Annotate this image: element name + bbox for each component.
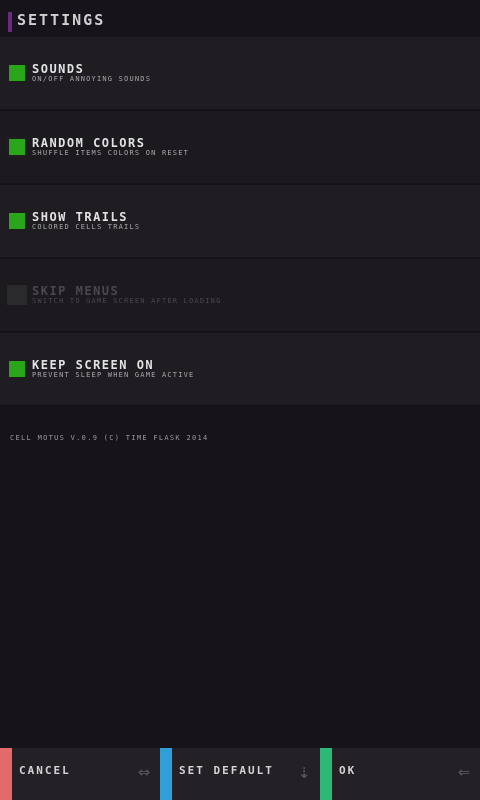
cancel-label: CANCEL xyxy=(19,764,71,777)
set-default-button[interactable]: SET DEFAULT ⇣ xyxy=(160,748,320,800)
option-label: SKIP MENUS xyxy=(32,284,120,298)
option-sounds[interactable]: SOUNDS ON/OFF ANNOYING SOUNDS xyxy=(0,37,480,111)
option-description: ON/OFF ANNOYING SOUNDS xyxy=(32,75,152,83)
option-skip-menus[interactable]: SKIP MENUS SWITCH TO GAME SCREEN AFTER L… xyxy=(0,259,480,333)
footer-bar: CANCEL ⇔ SET DEFAULT ⇣ OK ⇐ xyxy=(0,748,480,800)
cancel-button[interactable]: CANCEL ⇔ xyxy=(0,748,160,800)
option-description: PREVENT SLEEP WHEN GAME ACTIVE xyxy=(32,371,195,379)
version-text: CELL MOTUS V.0.9 (C) TIME FLASK 2014 xyxy=(10,434,209,442)
sounds-checkbox[interactable] xyxy=(7,63,27,83)
settings-list: SOUNDS ON/OFF ANNOYING SOUNDS RANDOM COL… xyxy=(0,37,480,407)
option-show-trails[interactable]: SHOW TRAILS COLORED CELLS TRAILS xyxy=(0,185,480,259)
page-title: SETTINGS xyxy=(17,11,106,29)
option-description: SHUFFLE ITEMS COLORS ON RESET xyxy=(32,149,190,157)
option-label: SOUNDS xyxy=(32,62,85,76)
set-default-color-bar xyxy=(160,748,172,800)
random-colors-checkbox[interactable] xyxy=(7,137,27,157)
header-bar: SETTINGS xyxy=(0,0,480,37)
header-accent xyxy=(8,12,12,32)
option-random-colors[interactable]: RANDOM COLORS SHUFFLE ITEMS COLORS ON RE… xyxy=(0,111,480,185)
down-arrow-icon: ⇣ xyxy=(297,759,310,783)
set-default-label: SET DEFAULT xyxy=(179,764,274,777)
show-trails-checkbox[interactable] xyxy=(7,211,27,231)
option-description: SWITCH TO GAME SCREEN AFTER LOADING xyxy=(32,297,222,305)
option-description: COLORED CELLS TRAILS xyxy=(32,223,141,231)
swap-arrow-icon: ⇔ xyxy=(137,759,150,783)
option-label: SHOW TRAILS xyxy=(32,210,128,224)
ok-button[interactable]: OK ⇐ xyxy=(320,748,480,800)
keep-screen-on-checkbox[interactable] xyxy=(7,359,27,379)
option-label: RANDOM COLORS xyxy=(32,136,146,150)
option-keep-screen-on[interactable]: KEEP SCREEN ON PREVENT SLEEP WHEN GAME A… xyxy=(0,333,480,407)
cancel-color-bar xyxy=(0,748,12,800)
back-arrow-icon: ⇐ xyxy=(457,759,470,783)
ok-label: OK xyxy=(339,764,357,777)
ok-color-bar xyxy=(320,748,332,800)
skip-menus-checkbox[interactable] xyxy=(7,285,27,305)
option-label: KEEP SCREEN ON xyxy=(32,358,155,372)
